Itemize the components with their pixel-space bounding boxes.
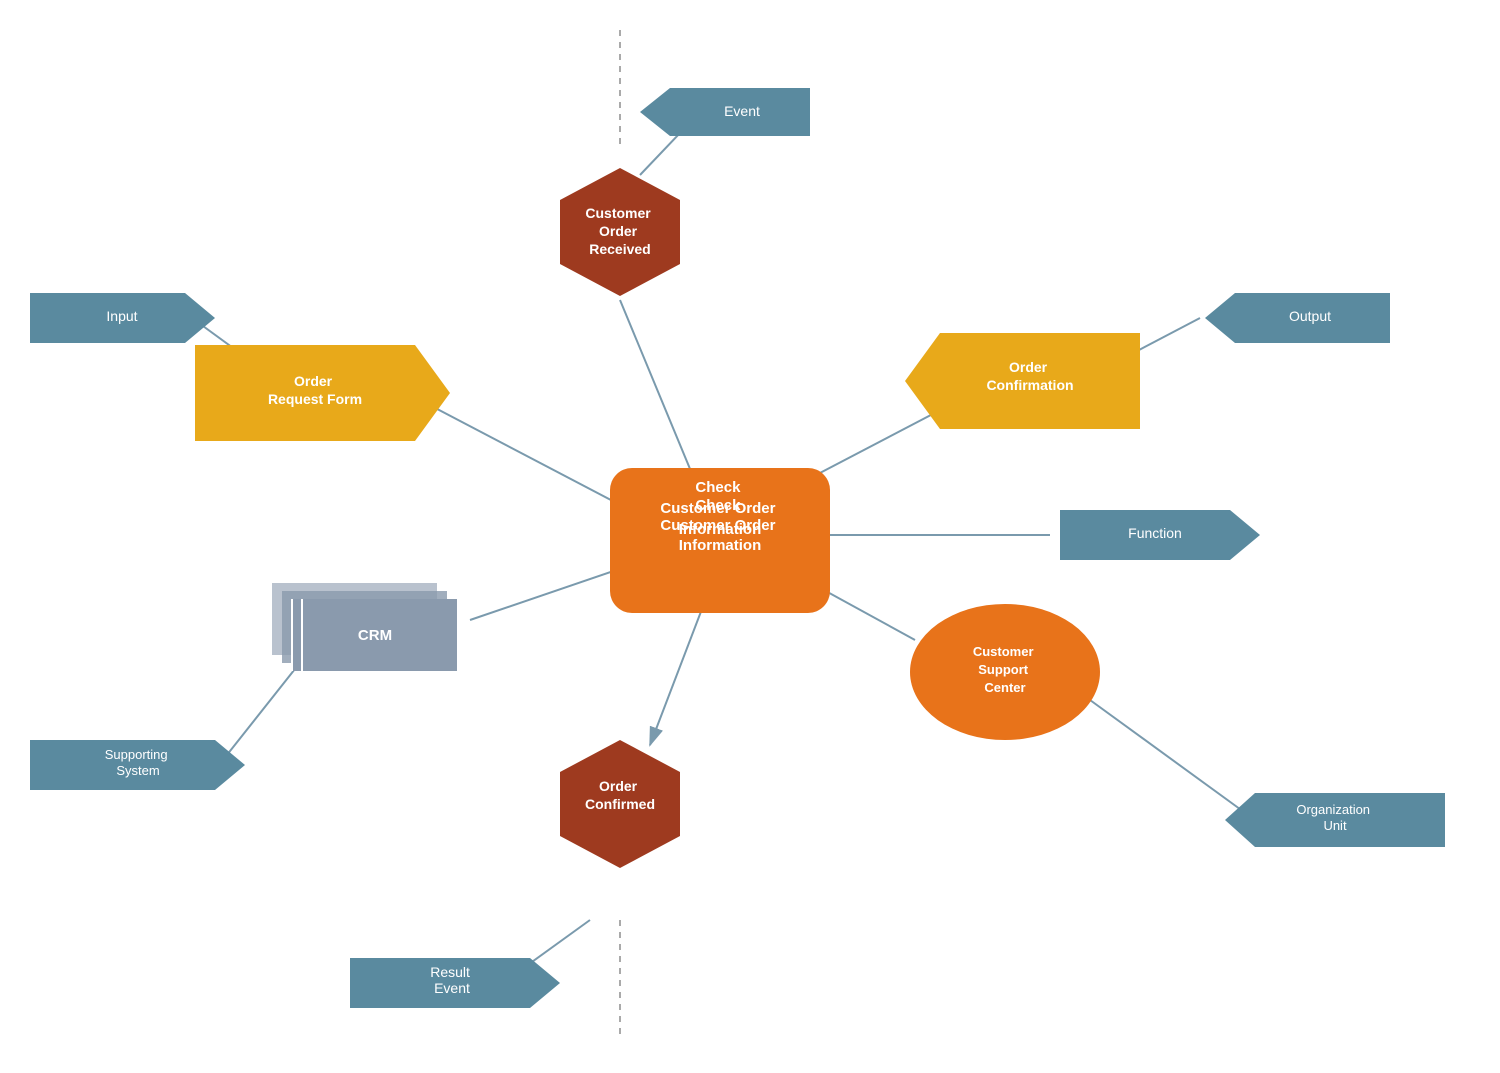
event-tag-text: Event (724, 103, 760, 119)
diagram: Check Customer Order Information Check C… (0, 0, 1500, 1073)
line-received-center (620, 300, 700, 493)
line-org-support (1090, 700, 1255, 820)
input-tag-text: Input (106, 308, 137, 324)
output-tag-text: Output (1289, 308, 1331, 324)
crm-text: CRM (358, 627, 392, 644)
line-form-center (420, 400, 630, 510)
function-tag-text: Function (1128, 525, 1182, 541)
result-event-tag-text: Result Event (430, 964, 474, 996)
